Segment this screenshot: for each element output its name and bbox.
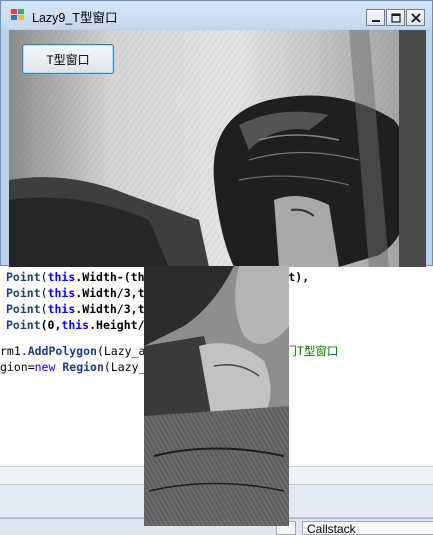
minimize-icon xyxy=(371,19,380,22)
code-token: Point xyxy=(6,286,41,300)
code-line: Point(0,this.Height/ xyxy=(0,317,145,333)
code-keyword: this xyxy=(47,270,76,284)
tab-label: Callstack xyxy=(307,522,356,535)
window-title: Lazy9_T型窗口 xyxy=(32,11,118,25)
t-window-stem xyxy=(144,266,289,526)
code-token: Point xyxy=(6,318,41,332)
code-token: (0, xyxy=(40,318,62,332)
code-token: Point xyxy=(6,302,41,316)
app-icon xyxy=(11,9,25,21)
code-token: Point xyxy=(6,270,41,284)
code-line: gion=new Region(Lazy_ xyxy=(0,359,145,375)
code-line: Point(this.Width/3,t xyxy=(6,286,145,300)
code-keyword: this xyxy=(47,302,76,316)
code-token: .Width-(th xyxy=(75,270,145,284)
code-token: rm1. xyxy=(0,344,28,358)
code-token: gion= xyxy=(0,360,35,374)
minimize-button[interactable] xyxy=(366,9,385,26)
code-token: .Width/3,t xyxy=(75,286,145,300)
code-token: AddPolygon xyxy=(27,344,97,358)
code-token: Region xyxy=(62,360,104,374)
maximize-button[interactable] xyxy=(386,9,405,26)
code-token: .Height/ xyxy=(89,318,145,332)
code-token: .Width/3,t xyxy=(75,302,145,316)
code-token: (Lazy_ xyxy=(103,360,146,374)
t-window-button[interactable]: T型窗口 xyxy=(22,44,114,74)
code-keyword: this xyxy=(61,318,90,332)
close-icon xyxy=(410,12,421,23)
code-token: (Lazy_a xyxy=(96,344,146,358)
form-client-area: T型窗口 xyxy=(9,30,426,267)
code-comment: 门T型窗口 xyxy=(285,344,339,358)
tab-callstack[interactable]: Callstack xyxy=(302,521,433,535)
code-keyword: new xyxy=(34,360,56,374)
code-line: Point(this.Width/3,t xyxy=(6,302,145,316)
maximize-icon xyxy=(390,12,401,23)
code-keyword: this xyxy=(47,286,76,300)
stem-sketch-image xyxy=(144,266,289,526)
title-bar[interactable]: Lazy9_T型窗口 xyxy=(1,1,432,29)
close-button[interactable] xyxy=(406,9,425,26)
t-window: Lazy9_T型窗口 T型窗口 xyxy=(0,0,433,267)
